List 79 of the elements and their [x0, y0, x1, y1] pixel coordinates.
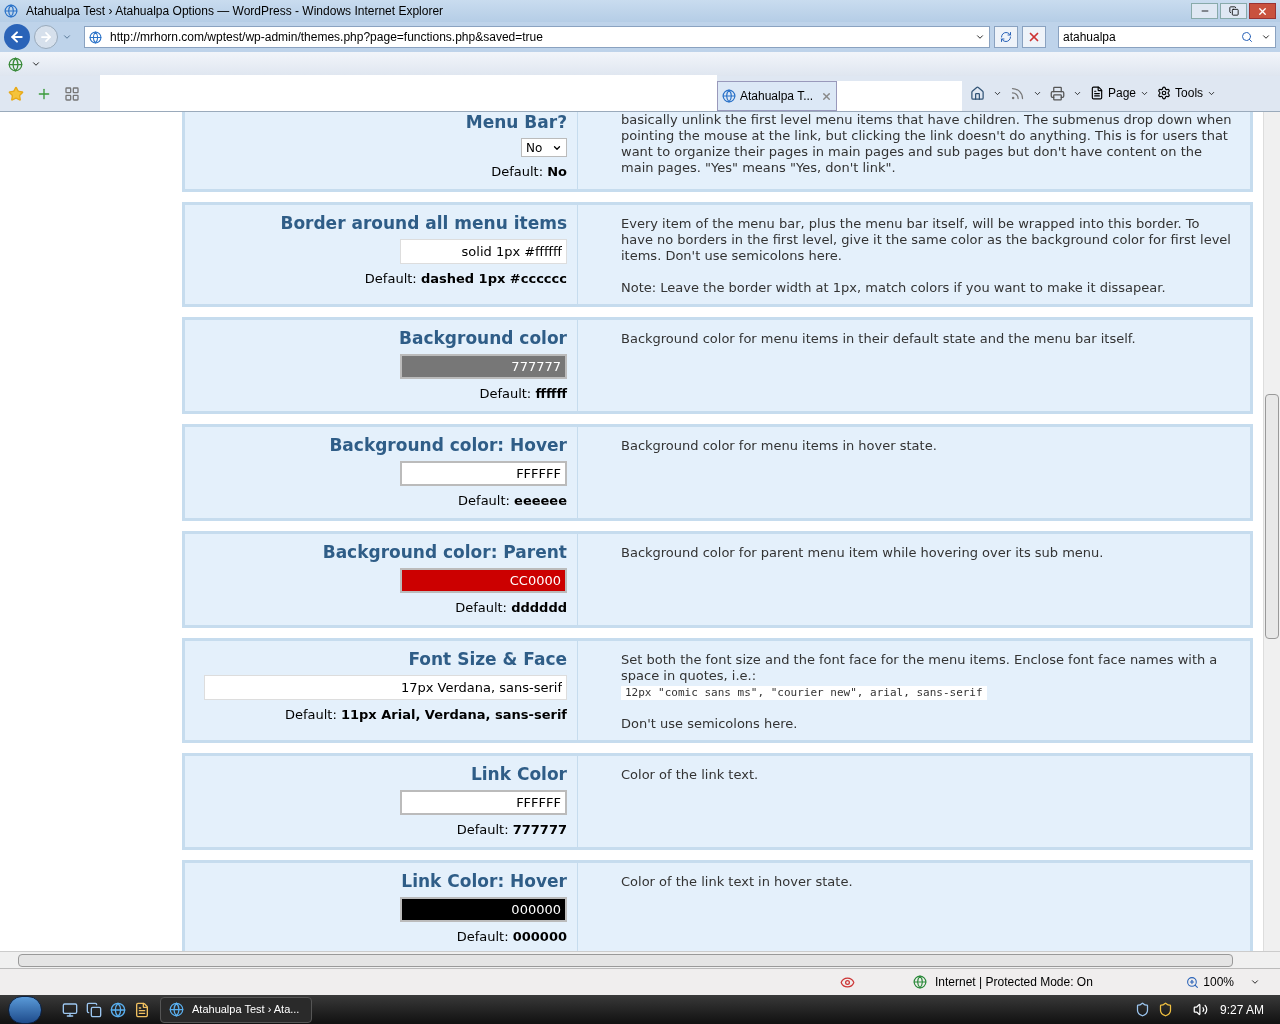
caret-icon[interactable] — [1250, 977, 1260, 987]
option-description: Note: Leave the border width at 1px, match colors if you want to make it dissapear. — [621, 280, 1167, 296]
option-title: Menu Bar? — [465, 112, 567, 132]
home-icon[interactable] — [970, 85, 985, 101]
option-description: Color of the link text in hover state. — [621, 874, 854, 890]
search-icon[interactable] — [1241, 31, 1253, 43]
forward-arrow-icon — [39, 30, 53, 44]
option-description: Don't use semicolons here. — [621, 716, 799, 732]
default-text: Default: 11px Arial, Verdana, sans-serif — [284, 706, 567, 724]
zoom-icon[interactable] — [1186, 975, 1200, 989]
address-field[interactable]: http://mrhorn.com/wptest/wp-admin/themes.php?page=functions.php&saved=true — [84, 26, 990, 48]
default-text: Default: ffffff — [479, 385, 567, 403]
scroll-thumb[interactable] — [1265, 394, 1279, 639]
globe-icon — [913, 975, 927, 989]
security-shield-icon[interactable] — [1157, 1002, 1173, 1017]
option-description: basically unlink the first level menu items that have children. The submenus drop down when pointing the mouse at the link, but clicking the link doesn't do anything. This is for users that want to organize their pages in main pages and sub pages but don't have content on the main pages. "Yes" means "Yes, don't link". — [621, 112, 1232, 176]
color-field[interactable]: 777777 — [400, 354, 567, 379]
feed-icon[interactable] — [1010, 85, 1025, 101]
text-field[interactable]: 17px Verdana, sans-serif — [204, 675, 567, 700]
zoom-level[interactable]: 100% — [1203, 973, 1234, 991]
stop-icon — [1027, 30, 1041, 44]
color-field[interactable]: FFFFFF — [400, 461, 567, 486]
search-field[interactable]: atahualpa — [1058, 26, 1276, 48]
browser-tab[interactable]: Atahualpa T... — [717, 81, 837, 111]
color-field[interactable]: FFFFFF — [400, 790, 567, 815]
caret-icon[interactable] — [31, 59, 41, 69]
text-field[interactable]: solid 1px #ffffff — [400, 239, 567, 264]
caret-icon[interactable] — [1261, 32, 1271, 42]
gear-icon — [1157, 86, 1172, 100]
refresh-button[interactable] — [994, 26, 1018, 48]
restore-icon — [1228, 6, 1239, 16]
option-description: Color of the link text. — [621, 767, 760, 783]
quick-tabs-icon[interactable] — [64, 85, 80, 102]
option-description: Set both the font size and the font face for the menu items. Enclose font face names with a space in quotes, i.e.: — [621, 652, 1219, 684]
restore-button[interactable] — [1220, 3, 1247, 19]
close-icon[interactable] — [821, 90, 832, 102]
tools-menu[interactable]: Tools — [1157, 84, 1217, 102]
refresh-icon — [1000, 31, 1012, 43]
color-field[interactable]: 000000 — [400, 897, 567, 922]
option-description: Background color for menu items in their default state and the menu bar itself. — [621, 331, 1137, 347]
option-title: Font Size & Face — [408, 649, 567, 669]
close-button[interactable] — [1249, 3, 1276, 19]
default-text: Default: 777777 — [456, 821, 567, 839]
scroll-thumb[interactable] — [18, 953, 1233, 967]
option-description: Every item of the menu bar, plus the menu bar itself, will be wrapped into this border. To have no borders in the first level, give it the same color as the background color for first level items. Don't use semicolons here. — [621, 216, 1232, 264]
stop-button[interactable] — [1022, 26, 1046, 48]
window-title: Atahualpa Test › Atahualpa Options — WordPress - Windows Internet Explorer — [26, 3, 444, 20]
close-icon — [1257, 5, 1268, 17]
default-text: Default: dddddd — [455, 599, 567, 617]
clock[interactable]: 9:27 AM — [1219, 1000, 1264, 1019]
taskbar-window-button[interactable]: Atahualpa Test › Ata... — [160, 996, 312, 1023]
start-button[interactable] — [8, 995, 42, 1024]
favorites-star-icon[interactable] — [8, 85, 24, 102]
default-text: Default: eeeeee — [458, 492, 567, 510]
default-text: Default: No — [491, 163, 567, 181]
default-text: Default: 000000 — [456, 928, 567, 946]
color-field[interactable]: CC0000 — [400, 568, 567, 593]
security-zone: Internet | Protected Mode: On — [935, 974, 1093, 991]
option-title: Background color: Parent — [322, 542, 567, 562]
option-title: Border around all menu items — [280, 213, 567, 233]
back-button[interactable] — [4, 24, 30, 50]
code-sample: 12px "comic sans ms", "courier new", arial, sans-serif — [621, 686, 987, 700]
caret-icon[interactable] — [975, 32, 985, 42]
privacy-icon[interactable] — [840, 974, 855, 990]
desktop-icon[interactable] — [62, 1001, 78, 1018]
horizontal-scrollbar[interactable] — [0, 951, 1280, 968]
option-title: Link Color — [470, 764, 567, 784]
option-title: Link Color: Hover — [401, 871, 567, 891]
volume-icon[interactable] — [1192, 1002, 1208, 1017]
print-icon[interactable] — [1050, 85, 1065, 101]
option-description: Background color for parent menu item while hovering over its sub menu. — [621, 545, 1105, 561]
default-text: Default: dashed 1px #cccccc — [364, 270, 567, 288]
page-menu[interactable]: Page — [1090, 84, 1150, 102]
select-field[interactable]: No — [521, 138, 567, 157]
switch-windows-icon[interactable] — [86, 1001, 102, 1018]
option-title: Background color — [399, 328, 567, 348]
vertical-scrollbar[interactable] — [1263, 112, 1280, 951]
option-description: Background color for menu items in hover state. — [621, 438, 938, 454]
option-title: Background color: Hover — [329, 435, 567, 455]
